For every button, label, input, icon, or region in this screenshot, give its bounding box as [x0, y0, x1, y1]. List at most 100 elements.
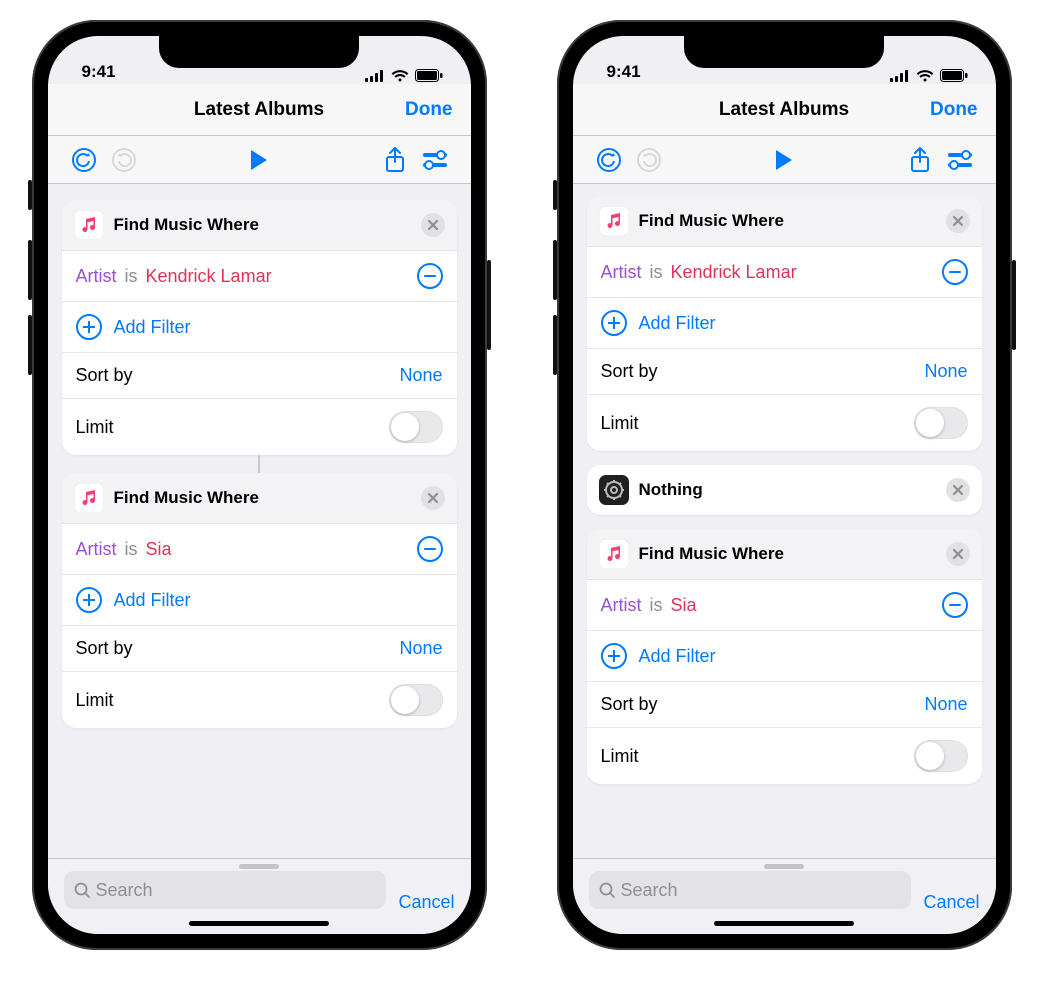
page-title: Latest Albums [194, 99, 324, 121]
limit-row: Limit [62, 672, 457, 728]
filter-row[interactable]: Artist is Sia [587, 580, 982, 631]
share-button[interactable] [375, 140, 415, 180]
settings-button[interactable] [415, 140, 455, 180]
play-button[interactable] [239, 140, 279, 180]
cancel-button[interactable]: Cancel [398, 892, 454, 913]
connector-line [62, 455, 457, 473]
cancel-button[interactable]: Cancel [923, 892, 979, 913]
action-title: Find Music Where [114, 488, 411, 508]
minus-icon [949, 604, 961, 606]
minus-icon [424, 275, 436, 277]
status-time: 9:41 [82, 62, 116, 82]
sort-by-row[interactable]: Sort by None [62, 626, 457, 672]
filter-operator[interactable]: is [650, 262, 663, 283]
filter-value[interactable]: Kendrick Lamar [671, 262, 797, 283]
filter-field[interactable]: Artist [76, 539, 117, 560]
search-input[interactable]: Search [64, 871, 387, 909]
filter-row[interactable]: Artist is Kendrick Lamar [62, 251, 457, 302]
workflow-canvas[interactable]: Find Music Where Artist is Kendrick Lama… [48, 184, 471, 858]
limit-toggle[interactable] [389, 411, 443, 443]
remove-action-button[interactable] [421, 486, 445, 510]
sort-by-value[interactable]: None [924, 694, 967, 715]
phone-right: 9:41 Latest Albums Done [557, 20, 1012, 950]
page-title: Latest Albums [719, 99, 849, 121]
remove-action-button[interactable] [421, 213, 445, 237]
phone-left: 9:41 Latest Albums Done [32, 20, 487, 950]
battery-icon [415, 69, 443, 82]
filter-field[interactable]: Artist [601, 595, 642, 616]
nav-bar: Latest Albums Done [573, 84, 996, 136]
limit-toggle[interactable] [389, 684, 443, 716]
music-app-icon [599, 206, 629, 236]
music-app-icon [74, 210, 104, 240]
close-icon [952, 548, 964, 560]
drag-handle[interactable] [239, 864, 279, 869]
undo-button[interactable] [589, 140, 629, 180]
sort-by-value[interactable]: None [399, 638, 442, 659]
limit-toggle[interactable] [914, 407, 968, 439]
gear-icon [604, 480, 624, 500]
action-title: Nothing [639, 480, 936, 500]
play-button[interactable] [764, 140, 804, 180]
filter-field[interactable]: Artist [601, 262, 642, 283]
sort-by-value[interactable]: None [924, 361, 967, 382]
workflow-canvas[interactable]: Find Music Where Artist is Kendrick Lama… [573, 184, 996, 858]
action-card[interactable]: Find Music Where Artist is Kendrick Lama… [62, 200, 457, 455]
filter-value[interactable]: Sia [671, 595, 697, 616]
sort-by-value[interactable]: None [399, 365, 442, 386]
limit-row: Limit [62, 399, 457, 455]
search-icon [599, 882, 615, 898]
action-card[interactable]: Find Music Where Artist is Sia Add Filte… [587, 529, 982, 784]
add-filter-button[interactable]: Add Filter [62, 575, 457, 626]
home-indicator[interactable] [714, 921, 854, 926]
sort-by-row[interactable]: Sort by None [587, 682, 982, 728]
action-card[interactable]: Find Music Where Artist is Kendrick Lama… [587, 196, 982, 451]
add-filter-button[interactable]: Add Filter [62, 302, 457, 353]
filter-operator[interactable]: is [125, 539, 138, 560]
filter-operator[interactable]: is [125, 266, 138, 287]
remove-action-button[interactable] [946, 209, 970, 233]
limit-row: Limit [587, 728, 982, 784]
minus-icon [424, 548, 436, 550]
battery-icon [940, 69, 968, 82]
close-icon [952, 215, 964, 227]
filter-value[interactable]: Sia [146, 539, 172, 560]
action-card[interactable]: Find Music Where Artist is Sia [62, 473, 457, 728]
status-time: 9:41 [607, 62, 641, 82]
undo-button[interactable] [64, 140, 104, 180]
filter-field[interactable]: Artist [76, 266, 117, 287]
wifi-icon [916, 70, 934, 82]
filter-value[interactable]: Kendrick Lamar [146, 266, 272, 287]
sort-by-row[interactable]: Sort by None [587, 349, 982, 395]
remove-filter-button[interactable] [417, 536, 443, 562]
limit-toggle[interactable] [914, 740, 968, 772]
add-filter-button[interactable]: Add Filter [587, 298, 982, 349]
share-button[interactable] [900, 140, 940, 180]
remove-filter-button[interactable] [417, 263, 443, 289]
home-indicator[interactable] [189, 921, 329, 926]
settings-button[interactable] [940, 140, 980, 180]
remove-action-button[interactable] [946, 478, 970, 502]
remove-action-button[interactable] [946, 542, 970, 566]
add-filter-button[interactable]: Add Filter [587, 631, 982, 682]
plus-icon [601, 643, 627, 669]
sort-by-row[interactable]: Sort by None [62, 353, 457, 399]
action-title: Find Music Where [114, 215, 411, 235]
toolbar [573, 136, 996, 184]
remove-filter-button[interactable] [942, 259, 968, 285]
filter-row[interactable]: Artist is Sia [62, 524, 457, 575]
plus-icon [601, 310, 627, 336]
remove-filter-button[interactable] [942, 592, 968, 618]
toolbar [48, 136, 471, 184]
filter-operator[interactable]: is [650, 595, 663, 616]
done-button[interactable]: Done [930, 99, 978, 121]
music-app-icon [599, 539, 629, 569]
wifi-icon [391, 70, 409, 82]
filter-row[interactable]: Artist is Kendrick Lamar [587, 247, 982, 298]
nothing-action-card[interactable]: Nothing [587, 465, 982, 515]
close-icon [427, 492, 439, 504]
drag-handle[interactable] [764, 864, 804, 869]
search-input[interactable]: Search [589, 871, 912, 909]
close-icon [952, 484, 964, 496]
done-button[interactable]: Done [405, 99, 453, 121]
